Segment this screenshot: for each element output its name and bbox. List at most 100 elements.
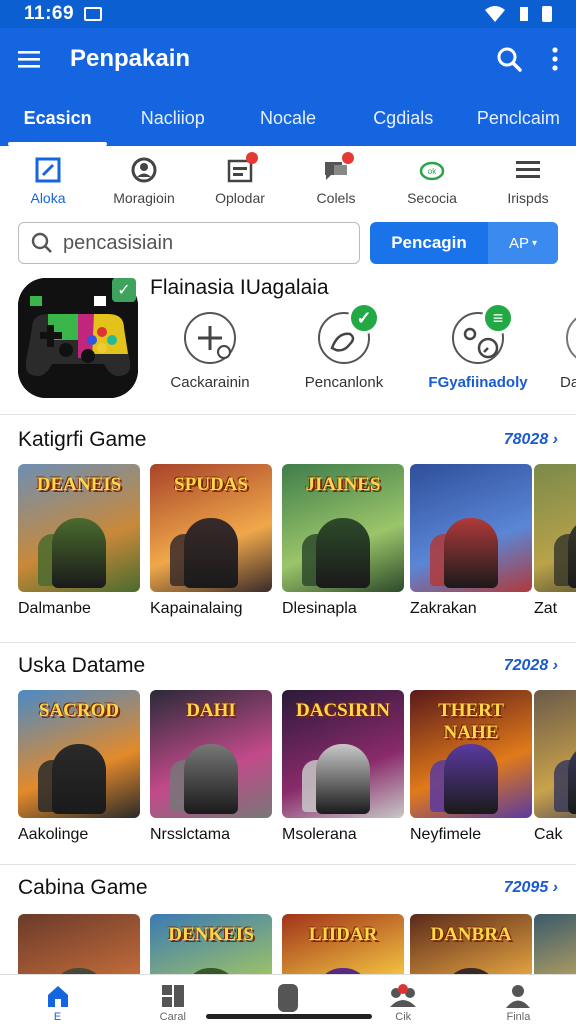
section-more-label: 78028 <box>503 431 549 448</box>
nav-home[interactable]: E <box>0 975 115 1024</box>
section-more-link[interactable]: 72095 › <box>504 879 558 897</box>
game-logo-text: DAHI <box>186 700 236 721</box>
game-logo-text: THERT NAHE <box>438 700 504 743</box>
section-more-link[interactable]: 78028 › <box>504 431 558 449</box>
tab-cgdials[interactable]: Cgdials <box>346 90 461 146</box>
game-card[interactable]: DEANEIS Dalmanbe <box>18 464 140 618</box>
tab-penclcaim[interactable]: Penclcaim <box>461 90 576 146</box>
circle-icon <box>566 312 576 364</box>
category-bar: Aloka Moragioin Oplodar Colels ok Secoci… <box>0 146 576 216</box>
status-time: 11:69 <box>24 3 75 24</box>
signal-icon <box>520 7 528 21</box>
featured-action-hand[interactable]: ✓ Pencanlonk <box>294 302 394 391</box>
category-irispds[interactable]: Irispds <box>480 146 576 216</box>
featured-action-clock[interactable]: ≡ FGyafiinadoly <box>428 302 528 391</box>
section-more-link[interactable]: 72028 › <box>504 657 558 675</box>
game-card[interactable]: DACSIRIN Msolerana <box>282 690 404 844</box>
game-thumbnail: DEANEIS <box>18 464 140 592</box>
category-oplodar[interactable]: Oplodar <box>192 146 288 216</box>
game-card[interactable]: DAHI Nrsslctama <box>150 690 272 844</box>
nav-label: Finla <box>506 1011 531 1023</box>
featured-title: Flainasia IUagalaia <box>150 276 329 299</box>
app-bar: Penpakain <box>0 28 576 90</box>
game-card[interactable]: Zat <box>534 464 576 618</box>
game-title: Aakolinge <box>18 826 89 843</box>
filter-label: AP <box>508 234 529 252</box>
search-filter-dropdown[interactable]: AP ▾ <box>488 222 558 264</box>
tab-nacliiop[interactable]: Nacliiop <box>115 90 230 146</box>
chat-icon <box>322 152 354 184</box>
character-art <box>316 518 370 588</box>
section-title: Katigrfi Game <box>18 428 147 451</box>
nav-label: Cik <box>395 1011 412 1023</box>
game-card[interactable]: THERT NAHE Neyfimele <box>410 690 532 844</box>
character-art <box>444 744 498 814</box>
category-moragioin[interactable]: Moragioin <box>96 146 192 216</box>
featured-section: ✓ Flainasia IUagalaia Cackarainin ✓ Penc… <box>18 276 576 406</box>
search-button[interactable]: Pencagin <box>370 222 488 264</box>
game-thumbnail <box>410 464 532 592</box>
game-card[interactable]: Cak <box>534 690 576 844</box>
person-icon <box>131 157 157 183</box>
game-thumbnail: DACSIRIN <box>282 690 404 818</box>
tab-ecasicn[interactable]: Ecasicn <box>0 90 115 146</box>
search-input[interactable]: pencasisiain <box>18 222 360 264</box>
more-vert-icon[interactable] <box>552 47 558 71</box>
search-placeholder: pencasisiain <box>63 231 174 254</box>
featured-action-add[interactable]: Cackarainin <box>160 308 260 391</box>
game-thumbnail <box>534 690 576 818</box>
featured-action-label: FGyafiinadoly <box>428 374 528 391</box>
status-bar: 11:69 <box>0 0 576 28</box>
featured-action-label: Cackarainin <box>170 374 250 391</box>
list-badge-icon: ≡ <box>482 302 514 334</box>
featured-action-more[interactable]: Da <box>546 308 576 391</box>
verified-check-icon: ✓ <box>112 278 136 302</box>
nav-finla[interactable]: Finla <box>461 975 576 1024</box>
search-icon[interactable] <box>496 46 522 72</box>
app-root: 11:69 Penpakain Ecasicn Nacliiop Nocale … <box>0 0 576 1024</box>
search-icon <box>31 232 52 253</box>
tab-nocale[interactable]: Nocale <box>230 90 345 146</box>
category-label: Aloka <box>30 190 66 206</box>
game-logo-text: JIAINES <box>305 474 381 495</box>
game-logo-text: LIIDAR <box>308 924 378 945</box>
menu-icon[interactable] <box>18 50 40 68</box>
chevron-down-icon: ▾ <box>531 237 538 249</box>
featured-action-label: Da <box>560 374 576 391</box>
game-title: Msolerana <box>282 826 357 843</box>
game-card[interactable]: SPUDAS Kapainalaing <box>150 464 272 618</box>
character-art <box>444 518 498 588</box>
game-thumbnail: JIAINES <box>282 464 404 592</box>
character-art <box>568 744 576 814</box>
game-logo-text: DENKEIS <box>168 924 254 945</box>
profile-icon <box>506 985 531 1008</box>
character-art <box>568 518 576 588</box>
game-title: Nrsslctama <box>150 826 231 843</box>
character-art <box>316 744 370 814</box>
community-icon <box>390 984 417 1007</box>
character-art <box>184 518 238 588</box>
category-secocia[interactable]: ok Secocia <box>384 146 480 216</box>
game-title: Zat <box>534 600 558 617</box>
game-card[interactable]: SACROD Aakolinge <box>18 690 140 844</box>
home-icon <box>47 986 68 1007</box>
status-icons <box>484 5 552 23</box>
svg-text:ok: ok <box>428 167 437 176</box>
game-logo-text: SPUDAS <box>174 474 248 495</box>
category-label: Irispds <box>507 190 549 206</box>
game-logo-text: DACSIRIN <box>296 700 390 721</box>
character-art <box>184 744 238 814</box>
wifi-icon <box>485 6 505 22</box>
game-thumbnail: SACROD <box>18 690 140 818</box>
game-card[interactable]: JIAINES Dlesinapla <box>282 464 404 618</box>
category-colels[interactable]: Colels <box>288 146 384 216</box>
section-title: Uska Datame <box>18 654 146 677</box>
category-label: Colels <box>316 190 356 206</box>
calendar-icon <box>226 152 258 184</box>
game-title: Neyfimele <box>410 826 482 843</box>
check-badge-icon: ✓ <box>348 302 380 334</box>
game-thumbnail: DAHI <box>150 690 272 818</box>
category-aloka[interactable]: Aloka <box>0 146 96 216</box>
game-card[interactable]: Zakrakan <box>410 464 532 618</box>
cloud-icon: ok <box>419 161 445 181</box>
